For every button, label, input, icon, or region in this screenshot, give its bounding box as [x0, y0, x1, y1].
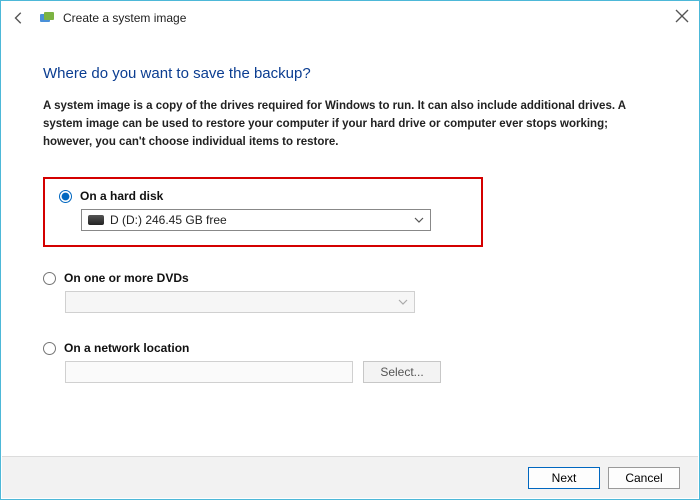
chevron-down-icon [398, 299, 408, 305]
footer: Next Cancel [2, 456, 698, 498]
app-icon [39, 10, 55, 26]
radio-dvd[interactable] [43, 272, 56, 285]
dvd-dropdown [65, 291, 415, 313]
network-path-input [65, 361, 353, 383]
hard-disk-option-highlight: On a hard disk D (D:) 246.45 GB free [43, 177, 483, 247]
content-area: Where do you want to save the backup? A … [1, 35, 699, 383]
radio-hard-disk-label[interactable]: On a hard disk [80, 189, 163, 203]
window-title: Create a system image [63, 11, 186, 25]
description-text: A system image is a copy of the drives r… [43, 98, 633, 151]
next-button[interactable]: Next [528, 467, 600, 489]
radio-network[interactable] [43, 342, 56, 355]
chevron-down-icon [414, 217, 424, 223]
radio-hard-disk[interactable] [59, 190, 72, 203]
hard-disk-dropdown[interactable]: D (D:) 246.45 GB free [81, 209, 431, 231]
page-heading: Where do you want to save the backup? [43, 65, 657, 82]
cancel-button[interactable]: Cancel [608, 467, 680, 489]
radio-network-label[interactable]: On a network location [64, 341, 189, 355]
close-button[interactable] [675, 9, 689, 23]
hard-disk-selected: D (D:) 246.45 GB free [110, 213, 227, 227]
back-button[interactable] [9, 8, 29, 28]
disk-icon [88, 215, 104, 225]
titlebar: Create a system image [1, 1, 699, 35]
network-select-button[interactable]: Select... [363, 361, 441, 383]
radio-dvd-label[interactable]: On one or more DVDs [64, 271, 189, 285]
